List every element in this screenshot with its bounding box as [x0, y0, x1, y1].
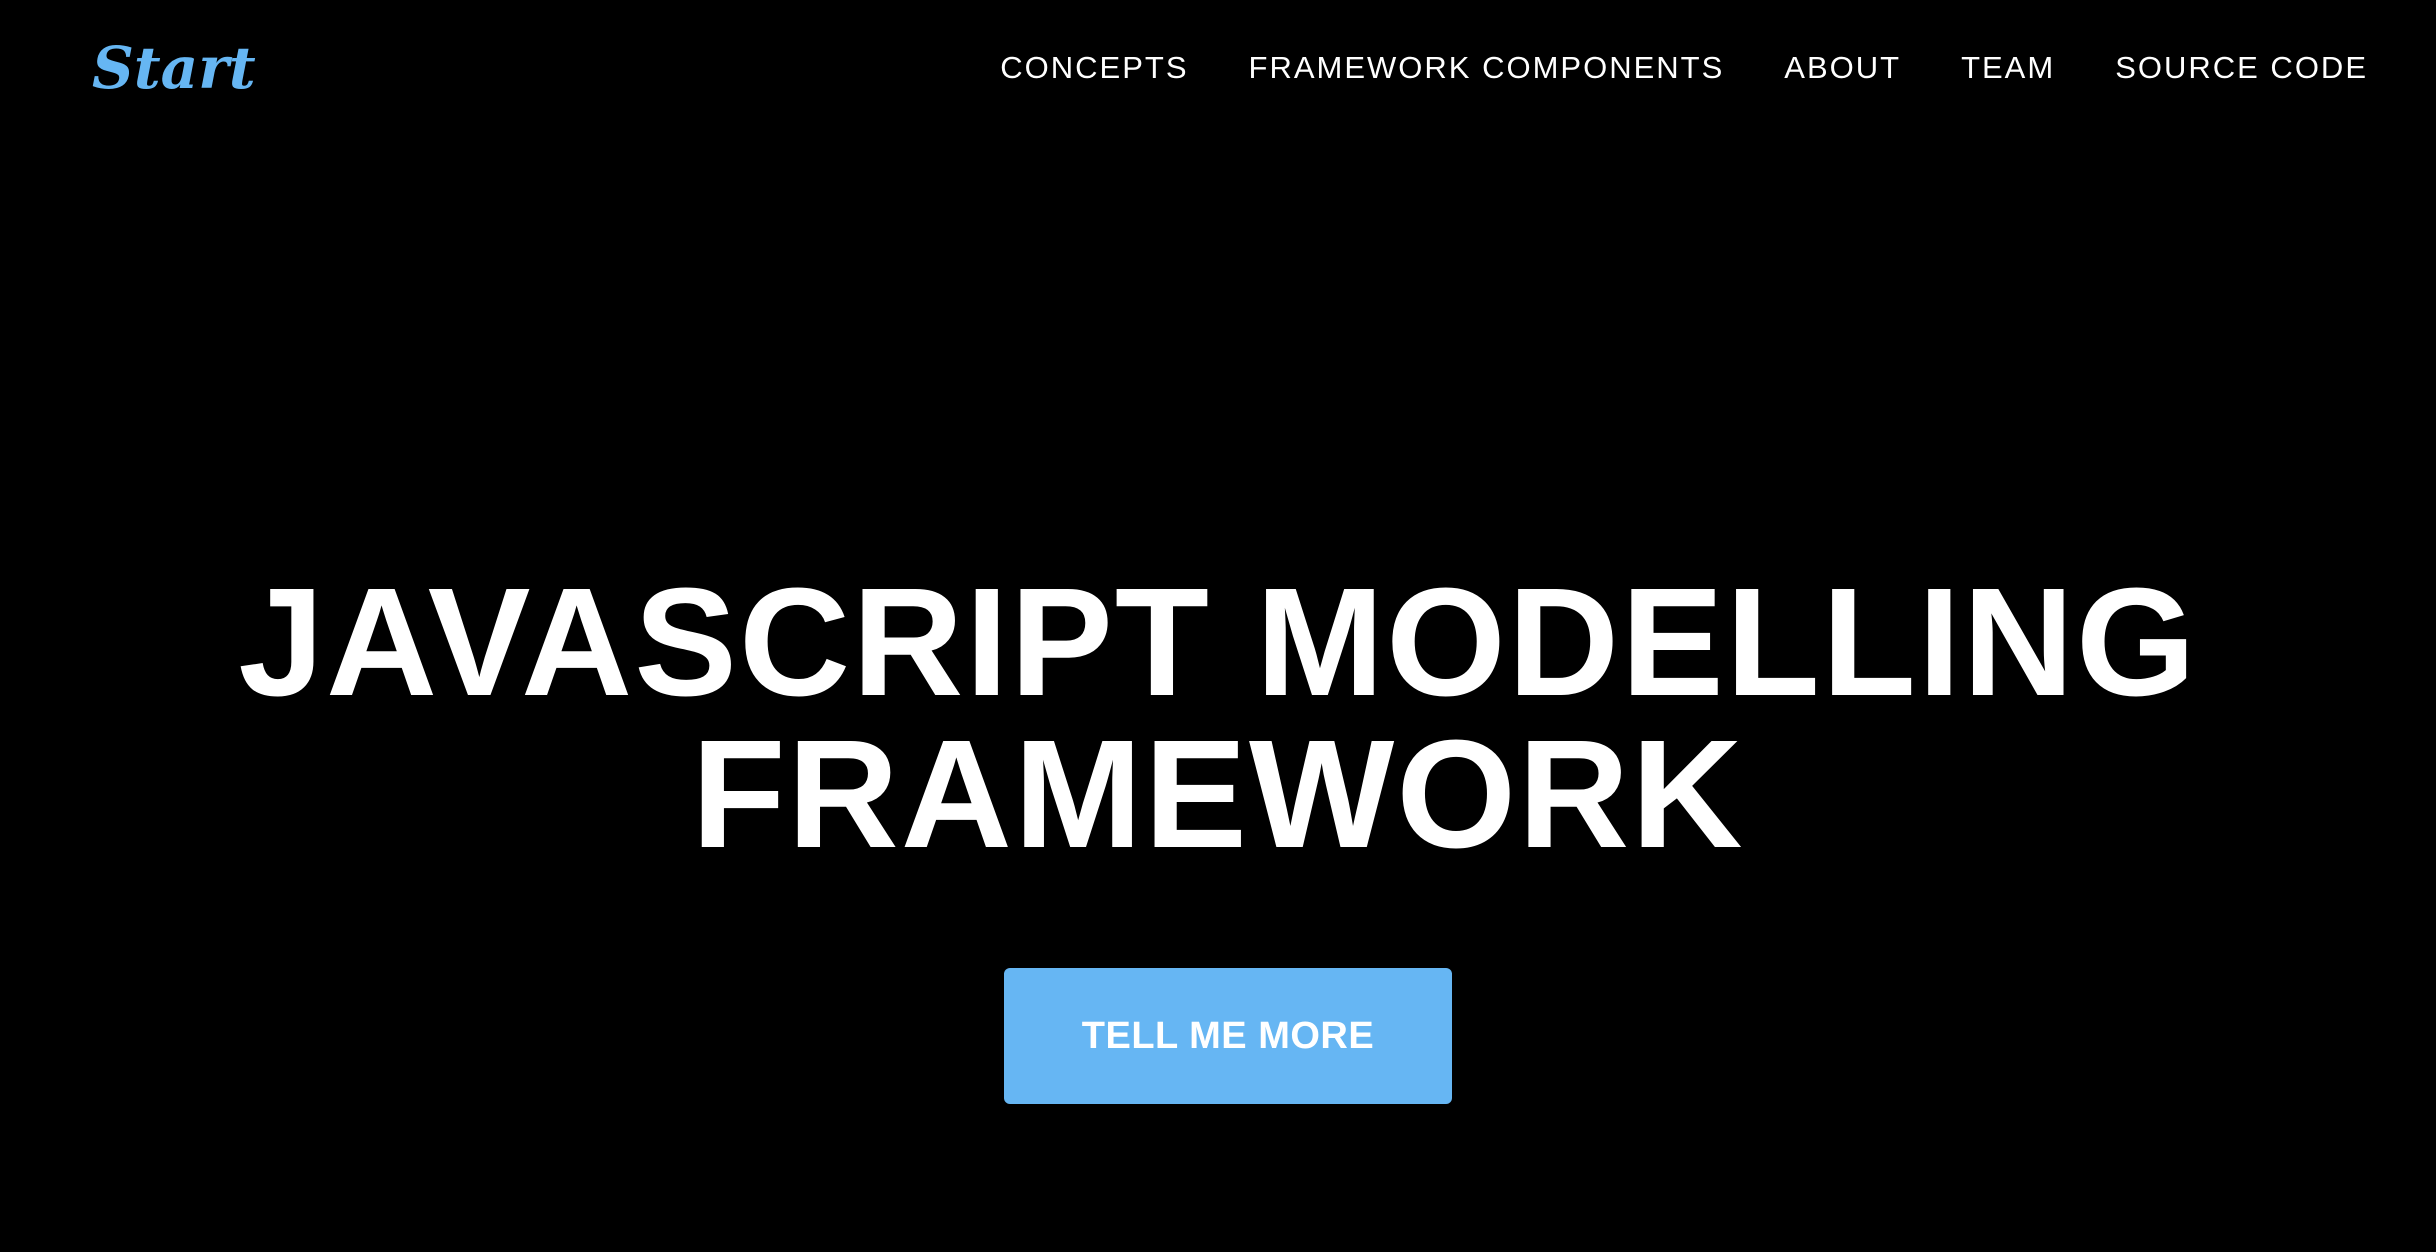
- nav-links: CONCEPTS FRAMEWORK COMPONENTS ABOUT TEAM…: [1000, 44, 2368, 92]
- navbar: Start CONCEPTS FRAMEWORK COMPONENTS ABOU…: [0, 0, 2436, 136]
- nav-link-about[interactable]: ABOUT: [1784, 50, 1901, 85]
- nav-link-source-code[interactable]: SOURCE CODE: [2115, 50, 2368, 85]
- tell-me-more-button[interactable]: TELL ME MORE: [1004, 968, 1452, 1104]
- hero-section: JAVASCRIPT MODELLING FRAMEWORK TELL ME M…: [0, 136, 2436, 1252]
- nav-item-team: TEAM: [1961, 44, 2055, 92]
- nav-item-framework-components: FRAMEWORK COMPONENTS: [1249, 44, 1725, 92]
- hero-title: JAVASCRIPT MODELLING FRAMEWORK: [0, 556, 2436, 880]
- nav-item-about: ABOUT: [1784, 44, 1901, 92]
- brand-logo[interactable]: Start: [92, 30, 256, 106]
- nav-link-framework-components[interactable]: FRAMEWORK COMPONENTS: [1249, 50, 1725, 85]
- nav-item-source-code: SOURCE CODE: [2115, 44, 2368, 92]
- hero-title-line-1: JAVASCRIPT MODELLING: [238, 556, 2198, 728]
- nav-link-team[interactable]: TEAM: [1961, 50, 2055, 85]
- nav-link-concepts[interactable]: CONCEPTS: [1000, 50, 1188, 85]
- nav-item-concepts: CONCEPTS: [1000, 44, 1188, 92]
- hero-title-line-2: FRAMEWORK: [691, 708, 1745, 880]
